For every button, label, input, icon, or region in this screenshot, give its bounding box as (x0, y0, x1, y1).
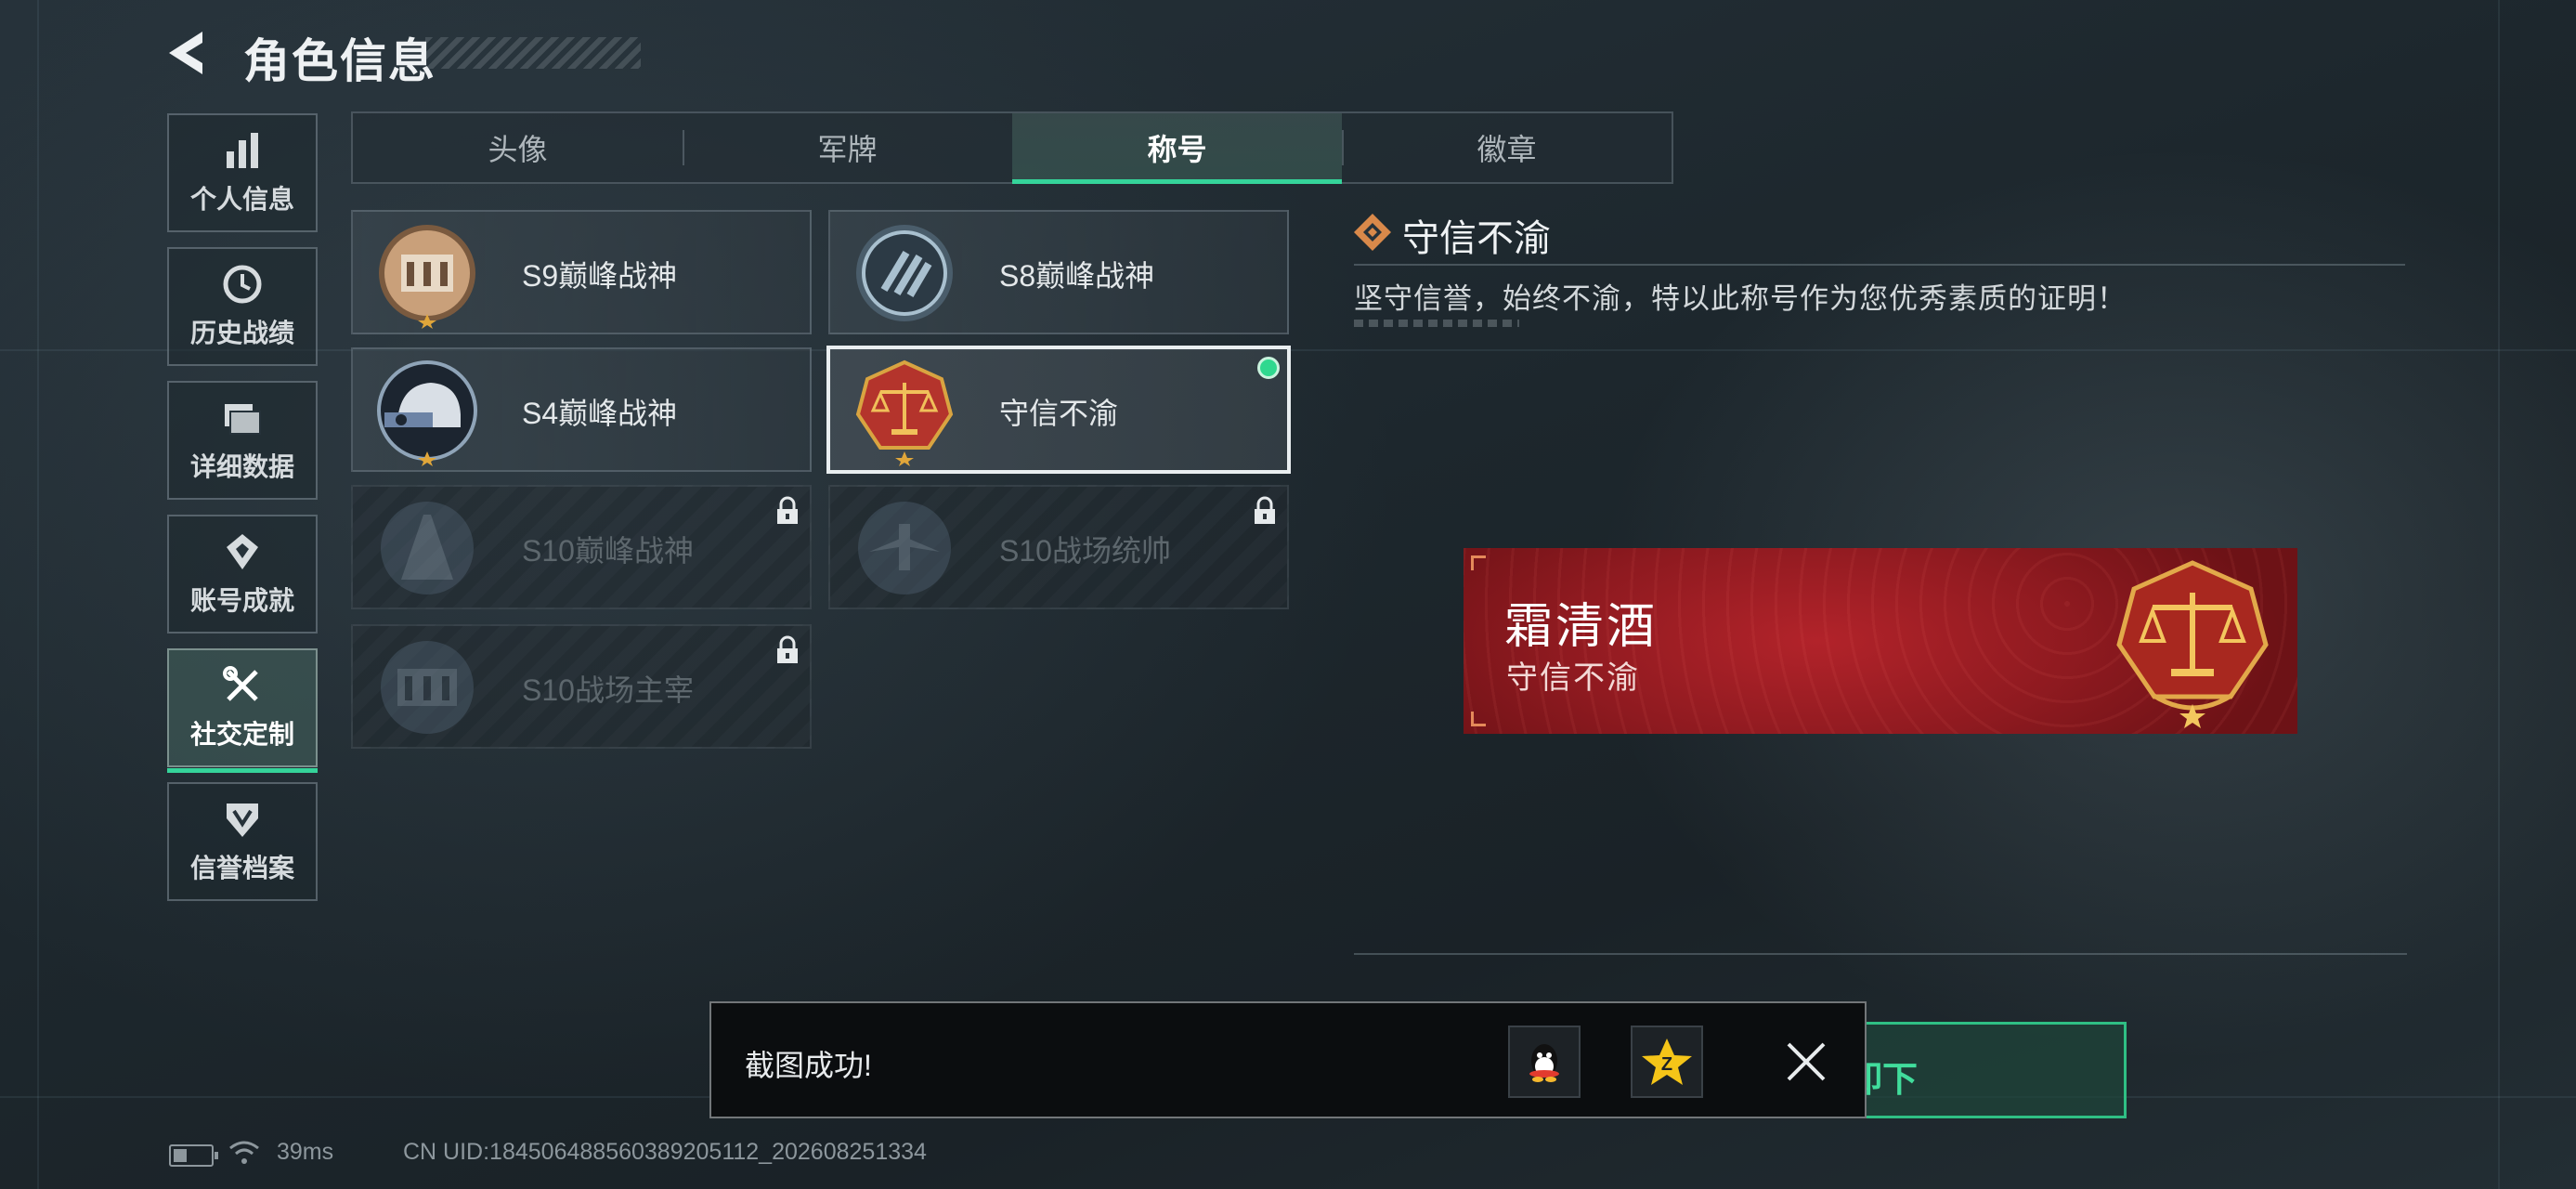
title-card-s4[interactable]: S4巅峰战神 (351, 347, 812, 472)
detail-description: 坚守信誉，始终不渝，特以此称号作为您优秀素质的证明！ (1354, 282, 2127, 315)
bar-chart-icon (227, 133, 258, 168)
qq-share-icon (1529, 1044, 1559, 1082)
corner-decoration (1471, 555, 1486, 570)
back-arrow-icon (169, 32, 202, 74)
screenshot-toast: 截图成功! Z (709, 1001, 1867, 1118)
title-card-name: S8巅峰战神 (999, 259, 1155, 293)
credit-shield-icon (227, 804, 258, 837)
back-button[interactable] (165, 28, 214, 78)
sidebar-item-label: 信誉档案 (189, 854, 294, 882)
title-card-name: S10战场统帅 (999, 534, 1171, 568)
tab-badge[interactable]: 徽章 (1342, 113, 1672, 182)
title-card-s8[interactable]: S8巅峰战神 (828, 210, 1289, 334)
title-decoration (425, 37, 641, 69)
lock-icon (777, 496, 798, 524)
diamond-title-icon (1354, 214, 1391, 251)
sidebar-item-social[interactable]: 社交定制 (167, 648, 318, 773)
lock-icon (1255, 496, 1275, 524)
tools-icon (223, 666, 258, 701)
sidebar-item-history[interactable]: 历史战绩 (167, 247, 318, 366)
sidebar-item-label: 历史战绩 (189, 319, 294, 347)
lock-icon (777, 635, 798, 663)
tab-dogtag[interactable]: 军牌 (683, 113, 1012, 182)
title-card-name: 守信不渝 (999, 397, 1119, 430)
title-card-s10-peak[interactable]: S10巅峰战神 (351, 485, 812, 609)
page-title: 角色信息 (243, 35, 436, 87)
uid-readout: CN UID:1845064885603892051​12_2026082513… (403, 1139, 927, 1165)
close-icon (1787, 1042, 1826, 1081)
wifi-icon (229, 1141, 259, 1164)
tab-title[interactable]: 称号 (1012, 113, 1342, 184)
history-clock-icon (223, 265, 262, 304)
scales-emblem-icon (2116, 560, 2269, 728)
title-card-keep-faith[interactable]: 守信不渝 (826, 346, 1291, 474)
title-card-name: S10巅峰战神 (522, 534, 694, 568)
latency-readout: 39ms (277, 1139, 334, 1165)
scales-badge-icon (855, 359, 954, 466)
divider (1354, 953, 2407, 955)
divider (1354, 264, 2405, 266)
title-card-name: S9巅峰战神 (522, 259, 678, 293)
title-card-s10-commander[interactable]: S10战场统帅 (828, 485, 1289, 609)
equipped-indicator (1257, 357, 1280, 379)
folder-icon (225, 404, 261, 435)
s10-plane-badge-icon (858, 502, 951, 594)
qzone-share-icon: Z (1642, 1039, 1692, 1085)
s8-stripes-badge-icon (856, 225, 953, 321)
s10-colosseum-badge-icon (381, 641, 474, 734)
s9-colosseum-badge-icon (379, 225, 475, 329)
title-card-s9[interactable]: S9巅峰战神 (351, 210, 812, 334)
s4-helmet-badge-icon (377, 360, 477, 466)
title-card-name: S10战场主宰 (522, 673, 694, 707)
achievement-medal-icon (227, 534, 258, 569)
detail-title-name: 守信不渝 (1402, 218, 1551, 259)
sidebar-item-label: 账号成就 (189, 586, 294, 615)
grid-line (37, 0, 39, 1189)
sidebar-item-achievements[interactable]: 账号成就 (167, 515, 318, 634)
tab-avatar[interactable]: 头像 (353, 113, 683, 182)
title-card-s10-dominator[interactable]: S10战场主宰 (351, 624, 812, 749)
toast-close-button[interactable] (1783, 1039, 1829, 1085)
share-qq-button[interactable] (1508, 1026, 1581, 1098)
corner-decoration (1471, 712, 1486, 726)
nameplate-preview: 霜清酒 守信不渝 (1464, 548, 2297, 734)
sidebar-item-credit[interactable]: 信誉档案 (167, 782, 318, 901)
grid-line (2498, 0, 2500, 1189)
sidebar-item-details[interactable]: 详细数据 (167, 381, 318, 500)
toast-message: 截图成功! (745, 1049, 872, 1082)
svg-text:Z: Z (1661, 1054, 1672, 1075)
sidebar-item-profile[interactable]: 个人信息 (167, 113, 318, 232)
title-card-name: S4巅峰战神 (522, 397, 678, 430)
tab-bar: 头像 军牌 称号 徽章 (351, 111, 1673, 184)
nameplate-player-name: 霜清酒 (1504, 600, 1659, 654)
s10-building-badge-icon (381, 502, 474, 594)
sidebar-item-label: 社交定制 (189, 720, 294, 749)
battery-icon (169, 1144, 218, 1167)
sidebar-item-label: 详细数据 (189, 452, 294, 481)
sidebar-item-label: 个人信息 (189, 185, 294, 214)
share-qzone-button[interactable]: Z (1631, 1026, 1703, 1098)
nameplate-title: 守信不渝 (1506, 660, 1640, 696)
detail-subtext-decoration (1354, 320, 1519, 327)
